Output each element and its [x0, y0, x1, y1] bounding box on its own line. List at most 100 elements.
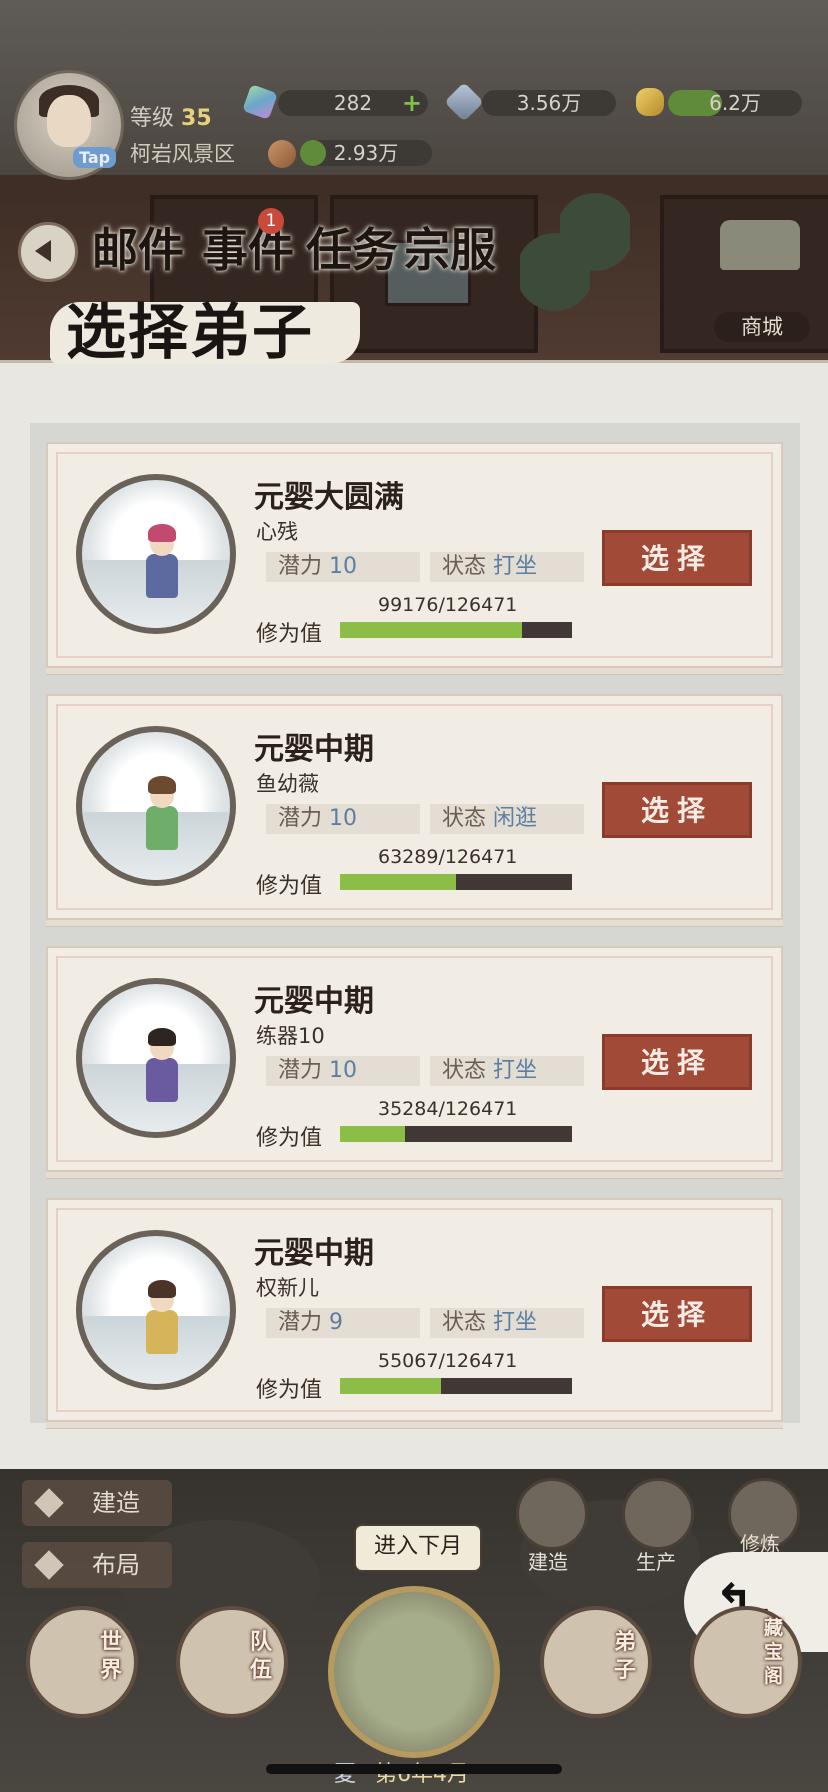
resource-jade[interactable]: 282 +	[278, 90, 428, 116]
state-value: 打坐	[493, 1058, 538, 1083]
state-box: 状态 闲逛	[430, 804, 584, 834]
potential-box: 潜力 9	[266, 1308, 420, 1338]
state-value: 闲逛	[493, 806, 538, 831]
build-icon	[34, 1488, 64, 1518]
jade-icon	[242, 84, 278, 120]
potential-value: 10	[329, 1058, 358, 1083]
disciple-portrait	[76, 474, 236, 634]
nav-mail[interactable]: 邮件	[92, 214, 184, 280]
gold-icon	[636, 88, 664, 116]
resource-jade-value: 282	[333, 91, 373, 115]
add-jade-button[interactable]: +	[402, 90, 422, 116]
state-box: 状态 打坐	[430, 1308, 584, 1338]
disciple-name: 练器10	[256, 1024, 325, 1048]
select-button[interactable]: 选择	[602, 530, 752, 586]
crystal-icon	[444, 82, 484, 122]
resource-gold[interactable]: 6.2万	[668, 90, 802, 116]
potential-label: 潜力	[278, 806, 323, 831]
resource-crystal[interactable]: 3.56万	[482, 90, 616, 116]
avatar-face	[47, 95, 91, 147]
cultivation-progress-text: 99176/126471	[378, 594, 518, 616]
back-button[interactable]	[18, 222, 78, 282]
potential-label: 潜力	[278, 1058, 323, 1083]
nav-tasks[interactable]: 任务	[306, 214, 398, 280]
build-side-button[interactable]: 建造	[22, 1480, 172, 1526]
home-indicator[interactable]	[266, 1764, 562, 1774]
build-side-label: 建造	[92, 1489, 140, 1517]
produce-button[interactable]	[622, 1478, 694, 1550]
resource-crystal-value: 3.56万	[516, 91, 582, 115]
shop-label-wrap: 商城	[714, 200, 814, 342]
disciple-portrait	[76, 1230, 236, 1390]
select-button[interactable]: 选择	[602, 1034, 752, 1090]
resource-food[interactable]: 2.93万	[300, 140, 432, 166]
disciple-rank: 元婴中期	[254, 1236, 374, 1271]
cultivation-bar	[340, 1378, 572, 1394]
layout-icon	[34, 1550, 64, 1580]
panel-title: 选择弟子	[66, 298, 314, 368]
cultivation-bar	[340, 874, 572, 890]
resource-food-value: 2.93万	[333, 141, 399, 165]
nav-sect-clothing[interactable]: 宗服	[404, 214, 496, 280]
state-label: 状态	[442, 1310, 487, 1335]
disciple-card[interactable]: 元婴中期 鱼幼薇 潜力 10 状态 闲逛 63289/126471 修为值 选择	[46, 694, 783, 920]
potential-value: 10	[329, 806, 358, 831]
select-button[interactable]: 选择	[602, 1286, 752, 1342]
team-button[interactable]: 队伍	[176, 1606, 288, 1718]
disciple-name: 权新儿	[256, 1276, 319, 1300]
state-label: 状态	[442, 1058, 487, 1083]
state-label: 状态	[442, 806, 487, 831]
cultivation-bar	[340, 1126, 572, 1142]
disciples-button[interactable]: 弟子	[540, 1606, 652, 1718]
disciple-sprite	[144, 524, 180, 604]
disciple-portrait	[76, 978, 236, 1138]
disciple-name: 心残	[256, 520, 298, 544]
potential-box: 潜力 10	[266, 552, 420, 582]
back-arrow-icon	[35, 240, 51, 262]
cultivation-progress-text: 63289/126471	[378, 846, 518, 868]
team-label: 队伍	[250, 1629, 273, 1683]
disciple-card[interactable]: 元婴大圆满 心残 潜力 10 状态 打坐 99176/126471 修为值 选择	[46, 442, 783, 668]
level-value: 35	[181, 106, 212, 131]
potential-box: 潜力 10	[266, 804, 420, 834]
cultivation-progress-text: 55067/126471	[378, 1350, 518, 1372]
cultivation-bar-fill	[340, 1126, 405, 1142]
level-display: 等级 35	[130, 100, 212, 132]
potential-value: 9	[329, 1310, 344, 1335]
treasury-label: 藏宝阁	[764, 1617, 784, 1687]
cultivation-label: 修为值	[256, 874, 323, 899]
state-value: 打坐	[493, 1310, 538, 1335]
next-month-bubble[interactable]: 进入下月	[354, 1524, 482, 1572]
world-button[interactable]: 世界	[26, 1606, 138, 1718]
layout-label: 布局	[92, 1551, 140, 1579]
disciple-name: 鱼幼薇	[256, 772, 319, 796]
cultivation-bar	[340, 622, 572, 638]
state-label: 状态	[442, 554, 487, 579]
cultivation-label: 修为值	[256, 1378, 323, 1403]
disciple-card[interactable]: 元婴中期 权新儿 潜力 9 状态 打坐 55067/126471 修为值 选择	[46, 1198, 783, 1422]
next-month-tree-button[interactable]	[328, 1586, 500, 1758]
level-label: 等级	[130, 106, 175, 131]
disciple-sprite	[144, 776, 180, 856]
potential-label: 潜力	[278, 1310, 323, 1335]
layout-button[interactable]: 布局	[22, 1542, 172, 1588]
player-avatar[interactable]: Tap	[14, 70, 124, 180]
produce-label: 生产	[636, 1550, 676, 1574]
cultivation-bar-fill	[340, 622, 522, 638]
build-round-button[interactable]	[516, 1478, 588, 1550]
cultivation-label: 修为值	[256, 622, 323, 647]
potential-value: 10	[329, 554, 358, 579]
cultivation-bar-fill	[340, 874, 456, 890]
disciple-portrait	[76, 726, 236, 886]
treasury-button[interactable]: 藏宝阁	[690, 1606, 802, 1718]
food-icon	[268, 140, 296, 168]
select-button[interactable]: 选择	[602, 782, 752, 838]
disciples-label: 弟子	[614, 1629, 637, 1683]
state-value: 打坐	[493, 554, 538, 579]
disciple-rank: 元婴中期	[254, 732, 374, 767]
cultivation-progress-text: 35284/126471	[378, 1098, 518, 1120]
shop-label: 商城	[714, 312, 810, 342]
tap-tag: Tap	[73, 147, 117, 168]
state-box: 状态 打坐	[430, 1056, 584, 1086]
disciple-card[interactable]: 元婴中期 练器10 潜力 10 状态 打坐 35284/126471 修为值 选…	[46, 946, 783, 1172]
